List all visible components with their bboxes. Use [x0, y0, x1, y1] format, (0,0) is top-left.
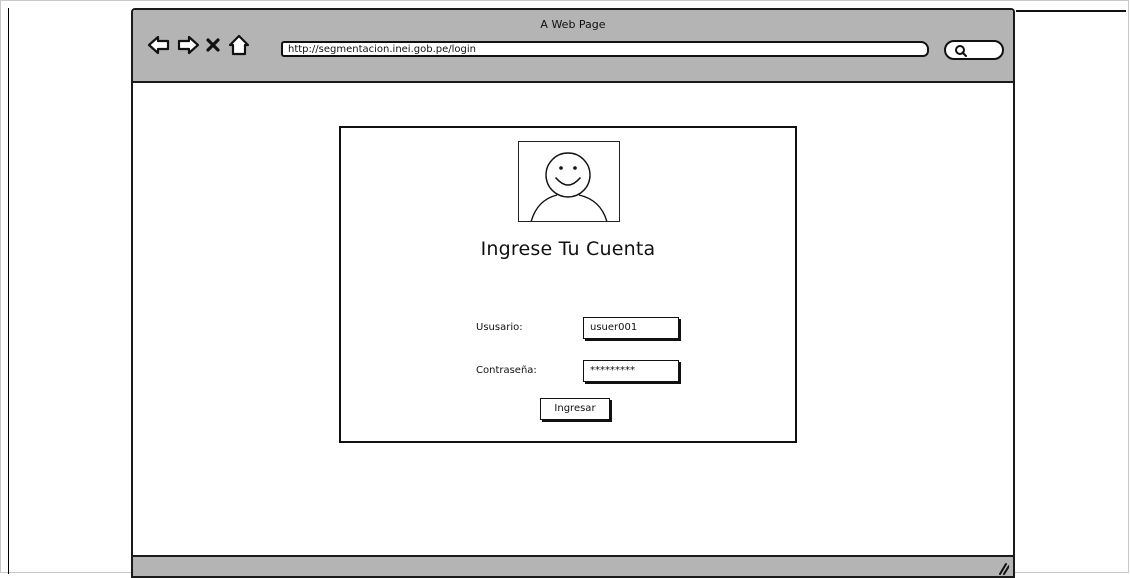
browser-window: A Web Page http://segmentacion.inei.gob.…	[131, 8, 1015, 578]
ingresar-button[interactable]: Ingresar	[540, 398, 610, 420]
home-icon[interactable]	[227, 34, 251, 56]
smiley-user-icon	[530, 152, 608, 221]
resize-grip-icon[interactable]	[995, 561, 1009, 575]
login-title: Ingrese Tu Cuenta	[480, 238, 656, 260]
left-edge-line	[8, 8, 9, 574]
login-card: Ingrese Tu Cuenta Ususario: usuer001 Con…	[339, 126, 797, 443]
forward-arrow-icon[interactable]	[176, 34, 200, 56]
username-label: Ususario:	[476, 322, 523, 333]
password-input[interactable]: *********	[583, 360, 679, 382]
username-input[interactable]: usuer001	[583, 317, 679, 339]
close-icon[interactable]	[205, 37, 221, 53]
top-right-rule	[1016, 10, 1126, 12]
search-box[interactable]	[944, 40, 1004, 60]
url-field[interactable]: http://segmentacion.inei.gob.pe/login	[281, 41, 929, 57]
password-label: Contraseña:	[476, 365, 537, 376]
back-arrow-icon[interactable]	[147, 34, 171, 56]
browser-titlebar: A Web Page http://segmentacion.inei.gob.…	[133, 10, 1013, 83]
search-icon	[955, 45, 967, 57]
browser-statusbar	[133, 555, 1013, 576]
window-title: A Web Page	[540, 18, 606, 31]
avatar-image	[518, 141, 620, 222]
